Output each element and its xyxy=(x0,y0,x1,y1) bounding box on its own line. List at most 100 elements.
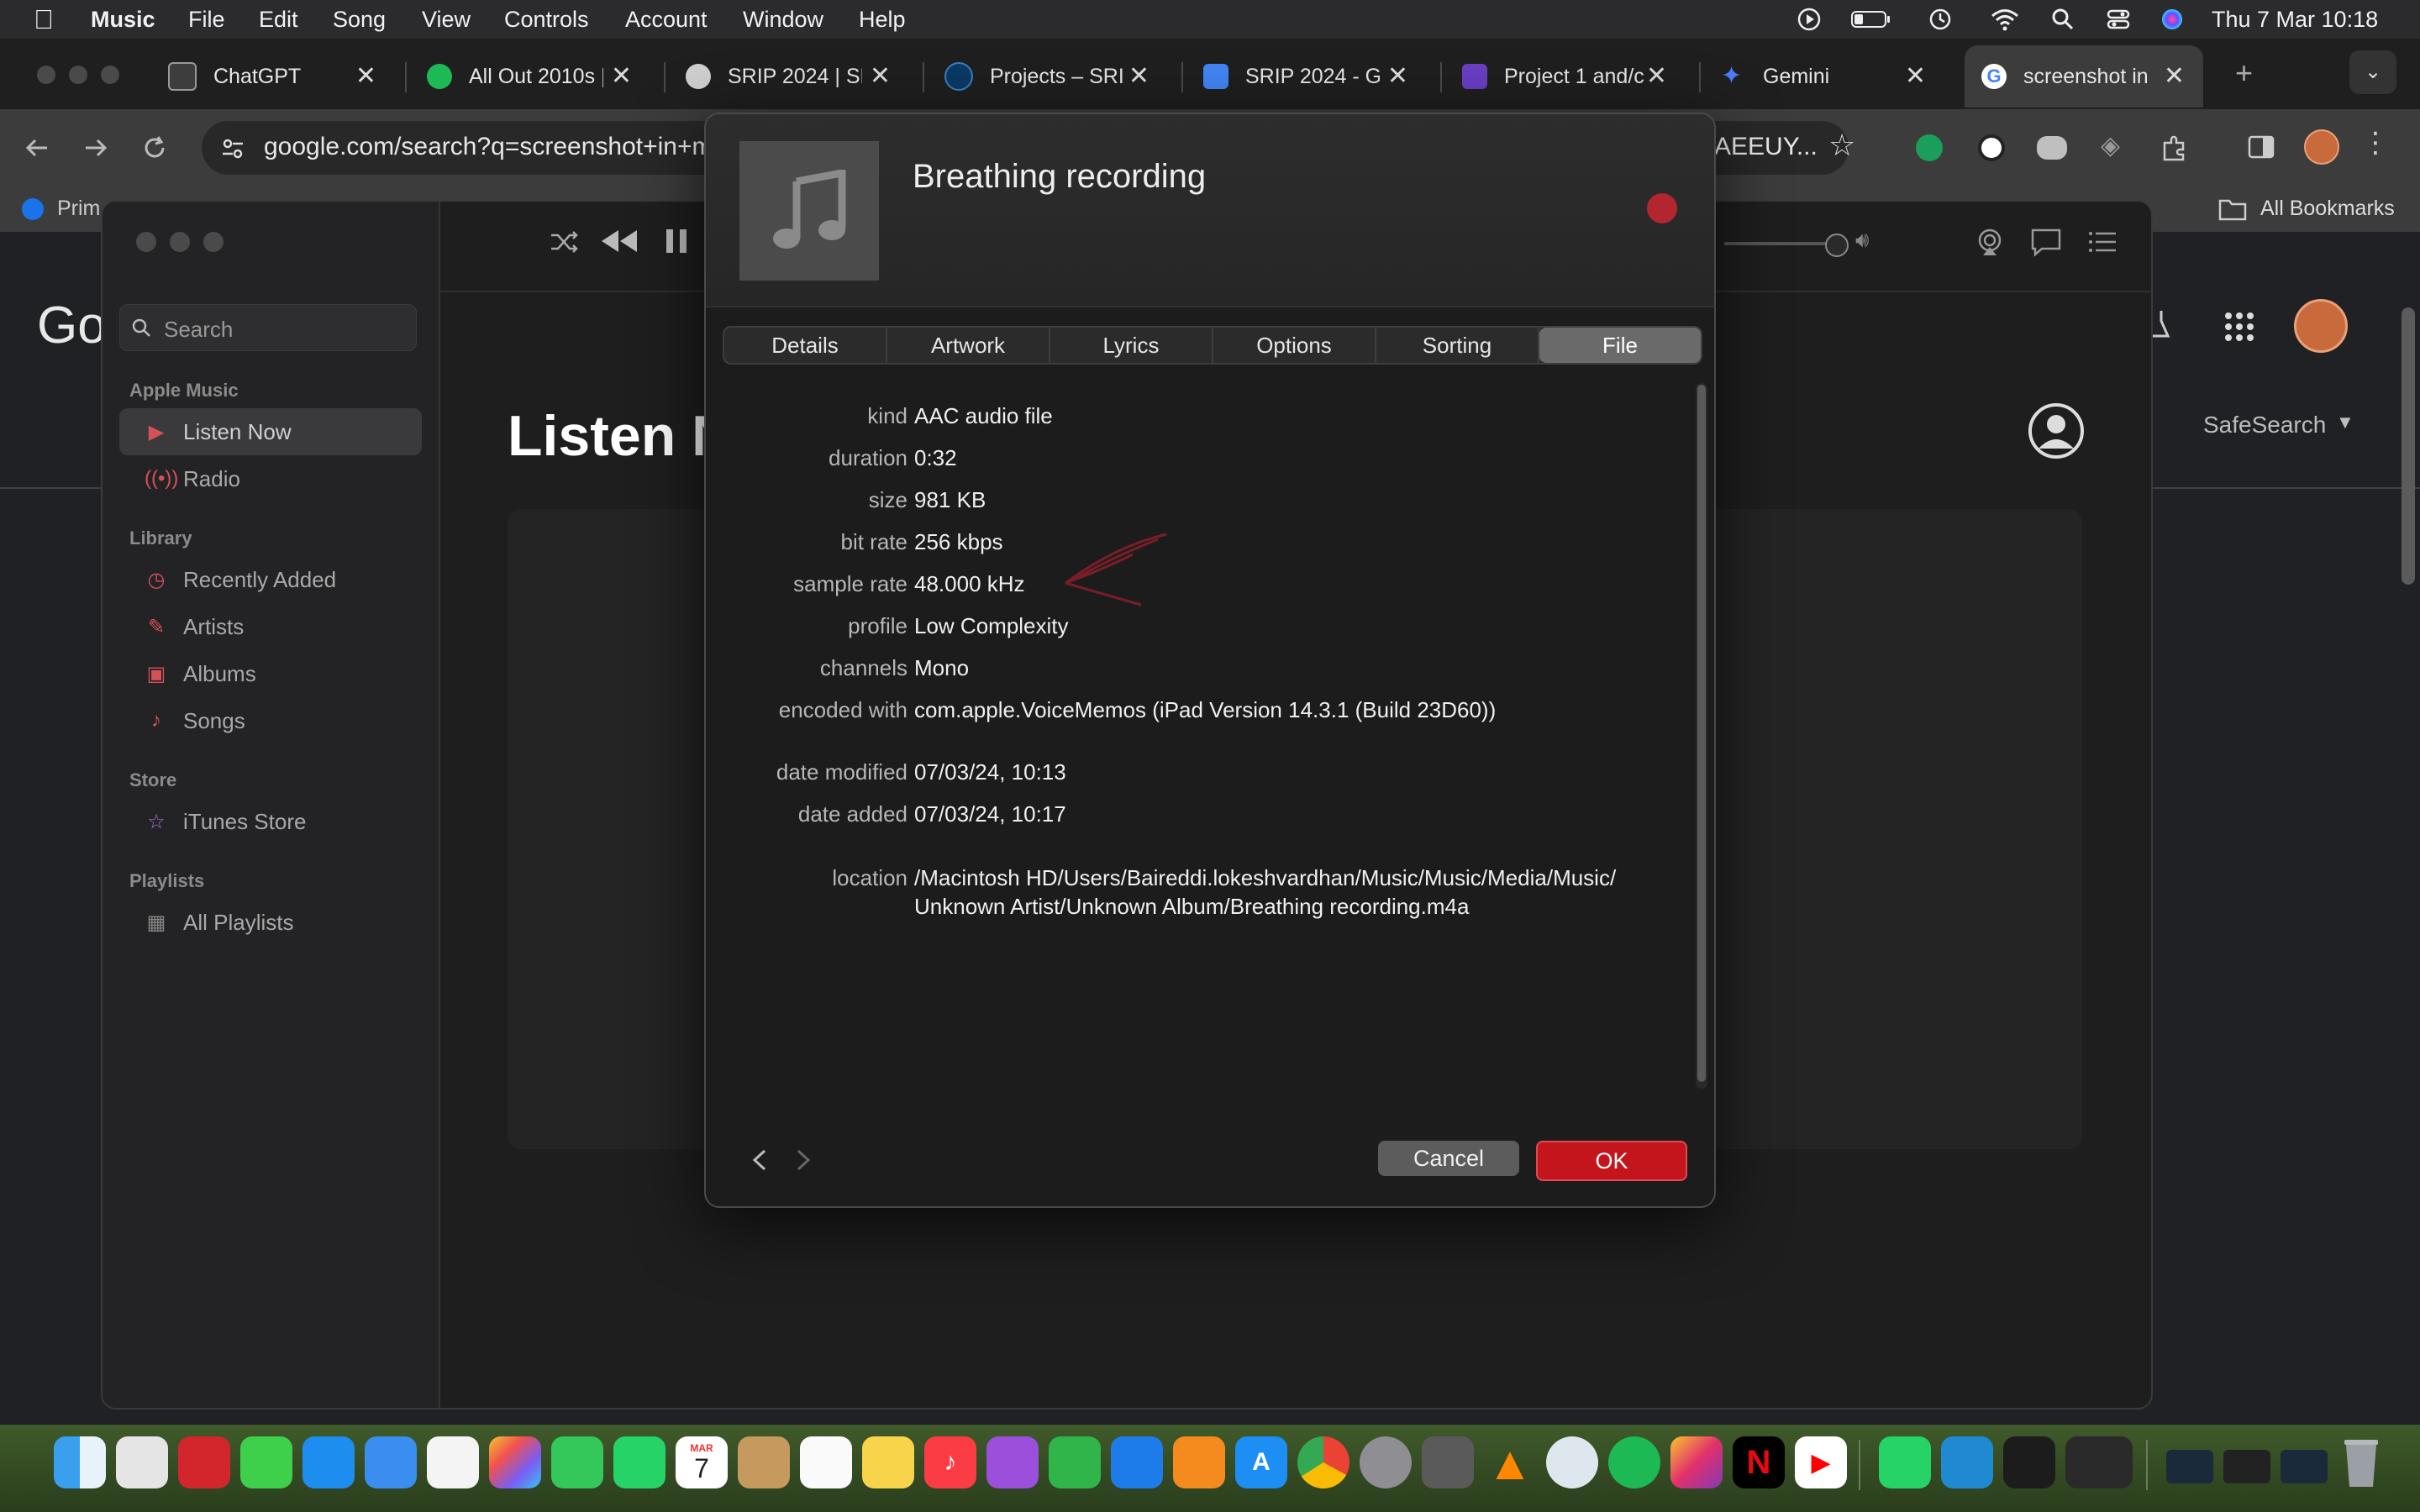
lyrics-bubble-icon[interactable] xyxy=(2030,227,2062,257)
browser-tab-spotify[interactable]: All Out 2010s | ✕ xyxy=(427,45,650,108)
time-machine-icon[interactable] xyxy=(1928,7,1953,32)
info-value[interactable]: 48.000 kHz xyxy=(914,571,1025,597)
browser-tab-chatgpt[interactable]: ChatGPT ✕ xyxy=(168,45,395,108)
browser-tab-project-1[interactable]: Project 1 and/c ✕ xyxy=(1462,45,1686,108)
minimized-window-thumb[interactable] xyxy=(2166,1450,2213,1483)
new-tab-plus-icon[interactable]: + xyxy=(2235,55,2253,91)
siri-icon[interactable] xyxy=(2160,7,2185,32)
bookmark-star-icon[interactable]: ☆ xyxy=(1828,128,1855,163)
album-artwork-placeholder[interactable] xyxy=(739,141,879,281)
close-icon[interactable]: ✕ xyxy=(1128,64,1150,89)
minimized-window-thumb[interactable] xyxy=(2281,1450,2328,1483)
safesearch-toggle[interactable]: SafeSearch xyxy=(2203,412,2326,438)
back-arrow-icon[interactable] xyxy=(24,134,50,161)
info-value-location-line-1[interactable]: /Macintosh HD/Users/Baireddi.lokeshvardh… xyxy=(914,865,1616,891)
menu-clock[interactable]: Thu 7 Mar 10:18 xyxy=(2212,0,2378,39)
menu-view[interactable]: View xyxy=(422,0,471,39)
close-icon[interactable]: ✕ xyxy=(611,64,632,89)
info-value[interactable]: 256 kbps xyxy=(914,529,1003,555)
site-info-icon[interactable] xyxy=(220,136,245,161)
dialog-scroll-thumb[interactable] xyxy=(1697,385,1706,1082)
all-bookmarks-button[interactable]: All Bookmarks xyxy=(2260,197,2395,221)
safari-icon[interactable] xyxy=(302,1436,355,1488)
sidebar-item-all-playlists[interactable]: ▦ All Playlists xyxy=(119,899,422,946)
instagram-icon[interactable] xyxy=(1670,1436,1723,1488)
pause-icon[interactable] xyxy=(664,227,689,255)
browser-tab-google-active[interactable]: G screenshot in ✕ xyxy=(1965,45,2203,108)
close-icon[interactable]: ✕ xyxy=(1646,64,1667,89)
info-value[interactable]: 07/03/24, 10:13 xyxy=(914,759,1066,785)
game-app-icon[interactable] xyxy=(2065,1436,2133,1488)
google-apps-grid-icon[interactable] xyxy=(2223,311,2255,343)
music-search-field[interactable]: Search xyxy=(119,304,417,351)
airplay-audio-icon[interactable] xyxy=(1975,227,2005,257)
shuffle-icon[interactable] xyxy=(550,228,580,255)
podcasts-icon[interactable] xyxy=(986,1436,1039,1488)
info-value[interactable]: 981 KB xyxy=(914,487,986,513)
messages-icon[interactable] xyxy=(240,1436,292,1488)
extension-green-icon[interactable] xyxy=(1916,134,1943,161)
music-zoom-button[interactable] xyxy=(203,232,224,252)
whatsapp-icon[interactable] xyxy=(613,1436,666,1488)
mail-icon[interactable] xyxy=(365,1436,417,1488)
sidebar-item-recently-added[interactable]: ◷ Recently Added xyxy=(119,556,422,603)
profile-avatar[interactable] xyxy=(2304,129,2339,165)
screenshot-utility-icon[interactable] xyxy=(1422,1436,1474,1488)
contacts-icon[interactable] xyxy=(738,1436,790,1488)
control-center-icon[interactable] xyxy=(2106,7,2131,32)
volume-slider-track[interactable] xyxy=(1724,242,1833,245)
tab-details[interactable]: Details xyxy=(724,328,887,363)
side-panel-icon[interactable] xyxy=(2247,133,2275,161)
pages-icon[interactable] xyxy=(1173,1436,1225,1488)
browser-tab-srip-docs[interactable]: SRIP 2024 - G ✕ xyxy=(1203,45,1427,108)
sidebar-item-radio[interactable]: ((•)) Radio xyxy=(119,455,422,502)
extension-glasses-icon[interactable] xyxy=(2037,136,2067,160)
maps-icon[interactable] xyxy=(427,1436,479,1488)
quicktime-icon[interactable] xyxy=(1546,1436,1598,1488)
google-logo-partial[interactable]: Go xyxy=(37,296,107,355)
close-icon[interactable]: ✕ xyxy=(1387,64,1408,89)
music-app-icon[interactable]: ♪ xyxy=(924,1436,976,1488)
address-bar-url-tail[interactable]: AEEUY... xyxy=(1714,133,1818,161)
menu-file[interactable]: File xyxy=(188,0,225,39)
system-settings-icon[interactable] xyxy=(1360,1436,1412,1488)
extensions-puzzle-icon[interactable] xyxy=(2160,133,2190,163)
keynote-icon[interactable] xyxy=(1111,1436,1163,1488)
browser-tab-srip-1[interactable]: SRIP 2024 | SR ✕ xyxy=(686,45,909,108)
info-value[interactable]: 0:32 xyxy=(914,445,957,471)
volume-slider-knob[interactable] xyxy=(1825,234,1849,257)
sidebar-item-itunes-store[interactable]: ☆ iTunes Store xyxy=(119,798,422,845)
bookmark-prime[interactable]: Prim xyxy=(57,197,100,221)
close-icon[interactable]: ✕ xyxy=(355,64,376,89)
vlc-icon[interactable]: ▲ xyxy=(1484,1436,1536,1489)
youtube-icon[interactable]: ▶ xyxy=(1795,1436,1847,1488)
reminders-icon[interactable] xyxy=(800,1436,852,1488)
menu-song[interactable]: Song xyxy=(333,0,386,39)
google-account-avatar[interactable] xyxy=(2294,299,2348,353)
tab-sorting[interactable]: Sorting xyxy=(1376,328,1539,363)
spotlight-search-icon[interactable] xyxy=(2050,7,2075,32)
minimized-window-thumb[interactable] xyxy=(2223,1450,2270,1483)
info-value-location-line-2[interactable]: Unknown Artist/Unknown Album/Breathing r… xyxy=(914,894,1469,920)
tab-lyrics[interactable]: Lyrics xyxy=(1050,328,1213,363)
sidebar-item-listen-now[interactable]: ▶ Listen Now xyxy=(119,408,422,455)
window-close-button[interactable] xyxy=(37,66,55,84)
extension-diamond-icon[interactable]: ◈ xyxy=(2101,131,2120,160)
next-song-chevron-icon[interactable] xyxy=(793,1147,813,1173)
notes-icon[interactable] xyxy=(862,1436,914,1488)
photos-icon[interactable] xyxy=(489,1436,541,1488)
sidebar-item-songs[interactable]: ♪ Songs xyxy=(119,697,422,744)
reload-icon[interactable] xyxy=(141,134,168,161)
whatsapp-recent-icon[interactable] xyxy=(1879,1436,1931,1488)
menu-controls[interactable]: Controls xyxy=(504,0,589,39)
rewind-icon[interactable] xyxy=(598,227,640,255)
chrome-menu-icon[interactable]: ⋮ xyxy=(2361,126,2390,160)
page-scrollbar-thumb[interactable] xyxy=(2402,307,2415,585)
now-playing-icon[interactable] xyxy=(1797,7,1822,32)
finder-icon[interactable] xyxy=(54,1436,106,1488)
tab-search-chevron-icon[interactable]: ⌄ xyxy=(2349,50,2396,94)
numbers-icon[interactable] xyxy=(1049,1436,1101,1488)
launchpad-icon[interactable] xyxy=(116,1436,168,1488)
music-minimize-button[interactable] xyxy=(170,232,190,252)
ok-button[interactable]: OK xyxy=(1536,1141,1687,1181)
